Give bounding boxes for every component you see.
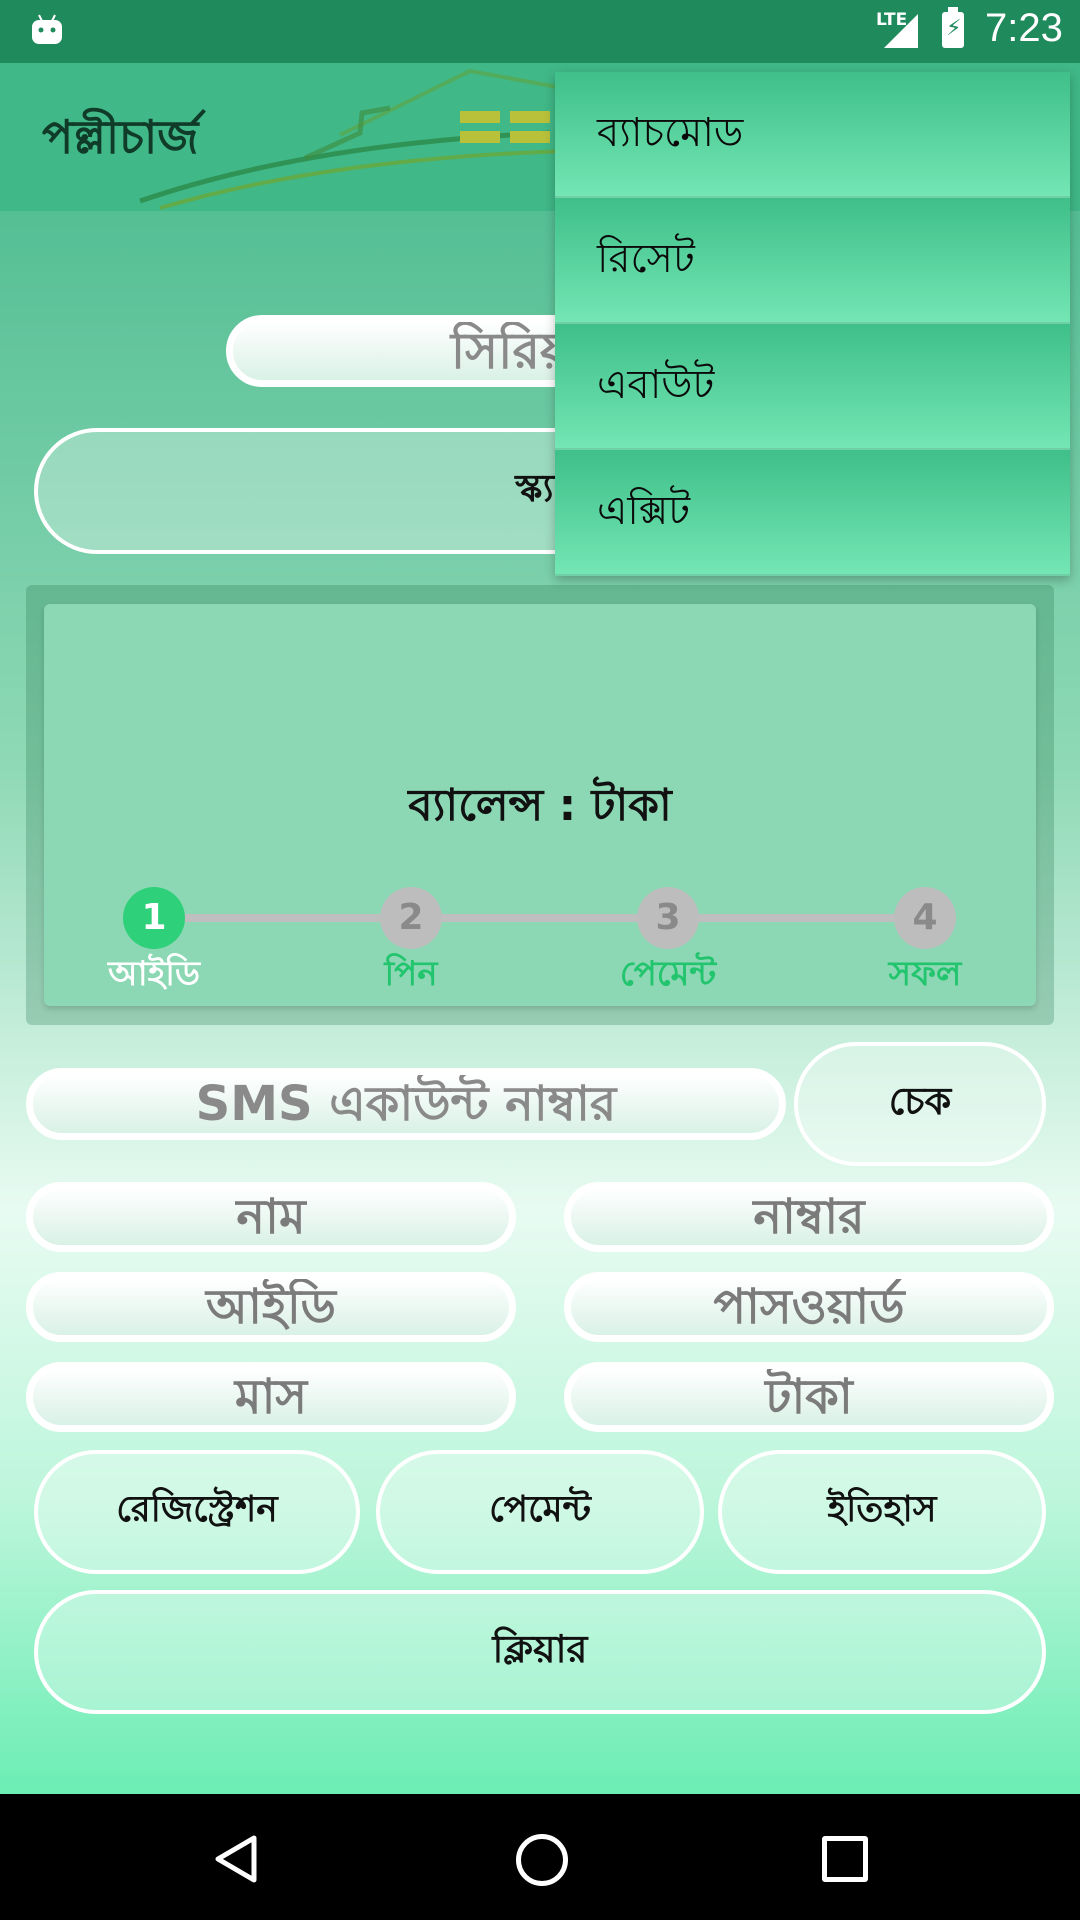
menu-item-batch-mode[interactable]: ব্যাচমোড bbox=[555, 72, 1070, 198]
menu-item-about[interactable]: এবাউট bbox=[555, 324, 1070, 450]
step-4-circle: 4 bbox=[894, 887, 956, 949]
step-1-label: আইডি bbox=[107, 954, 201, 994]
status-time: 7:23 bbox=[985, 6, 1063, 50]
step-4-label: সফল bbox=[888, 954, 962, 994]
sms-account-input[interactable]: SMS একাউন্ট নাম্বার bbox=[26, 1068, 786, 1140]
menu-item-reset[interactable]: রিসেট bbox=[555, 198, 1070, 324]
id-input[interactable]: আইডি bbox=[26, 1272, 516, 1342]
balance-card: ব্যালেন্স : টাকা 1 2 3 4 আইডি পিন পেমেন্… bbox=[44, 604, 1036, 1006]
payment-button[interactable]: পেমেন্ট bbox=[376, 1450, 704, 1574]
home-icon[interactable] bbox=[516, 1834, 568, 1886]
balance-text: ব্যালেন্স : টাকা bbox=[408, 780, 672, 831]
number-placeholder: নাম্বার bbox=[753, 1189, 865, 1245]
step-1-circle: 1 bbox=[123, 887, 185, 949]
step-2-circle: 2 bbox=[380, 887, 442, 949]
clear-button[interactable]: ক্লিয়ার bbox=[34, 1590, 1046, 1714]
id-placeholder: আইডি bbox=[205, 1279, 337, 1335]
sms-account-placeholder: SMS একাউন্ট নাম্বার bbox=[195, 1076, 617, 1132]
clear-button-label: ক্লিয়ার bbox=[492, 1627, 588, 1671]
password-input[interactable]: পাসওয়ার্ড bbox=[564, 1272, 1054, 1342]
history-button[interactable]: ইতিহাস bbox=[718, 1450, 1046, 1574]
stepper-track bbox=[154, 914, 922, 922]
history-button-label: ইতিহাস bbox=[827, 1489, 937, 1530]
menu-item-exit[interactable]: এক্সিট bbox=[555, 450, 1070, 576]
battery-charging-icon: ⚡ bbox=[942, 7, 964, 48]
name-input[interactable]: নাম bbox=[26, 1182, 516, 1252]
registration-button[interactable]: রেজিস্ট্রেশন bbox=[34, 1450, 360, 1574]
back-icon[interactable] bbox=[212, 1834, 262, 1884]
step-3-circle: 3 bbox=[637, 887, 699, 949]
status-bar: LTE ⚡ 7:23 bbox=[0, 0, 1080, 63]
number-input[interactable]: নাম্বার bbox=[564, 1182, 1054, 1252]
recent-apps-icon[interactable] bbox=[822, 1836, 868, 1882]
step-2-label: পিন bbox=[384, 954, 438, 994]
app-title: পল্লীচার্জ bbox=[42, 110, 199, 164]
check-button[interactable]: চেক bbox=[794, 1042, 1046, 1166]
overflow-menu: ব্যাচমোড রিসেট এবাউট এক্সিট bbox=[555, 72, 1070, 576]
android-icon bbox=[32, 14, 62, 44]
step-3-label: পেমেন্ট bbox=[619, 954, 717, 994]
month-placeholder: মাস bbox=[234, 1369, 308, 1425]
signal-icon bbox=[884, 14, 918, 48]
registration-button-label: রেজিস্ট্রেশন bbox=[116, 1489, 278, 1530]
amount-placeholder: টাকা bbox=[765, 1369, 853, 1425]
amount-input[interactable]: টাকা bbox=[564, 1362, 1054, 1432]
password-placeholder: পাসওয়ার্ড bbox=[713, 1279, 905, 1335]
check-button-label: চেক bbox=[888, 1079, 952, 1123]
month-input[interactable]: মাস bbox=[26, 1362, 516, 1432]
name-placeholder: নাম bbox=[236, 1189, 306, 1245]
navigation-bar bbox=[0, 1794, 1080, 1920]
payment-button-label: পেমেন্ট bbox=[489, 1489, 591, 1530]
